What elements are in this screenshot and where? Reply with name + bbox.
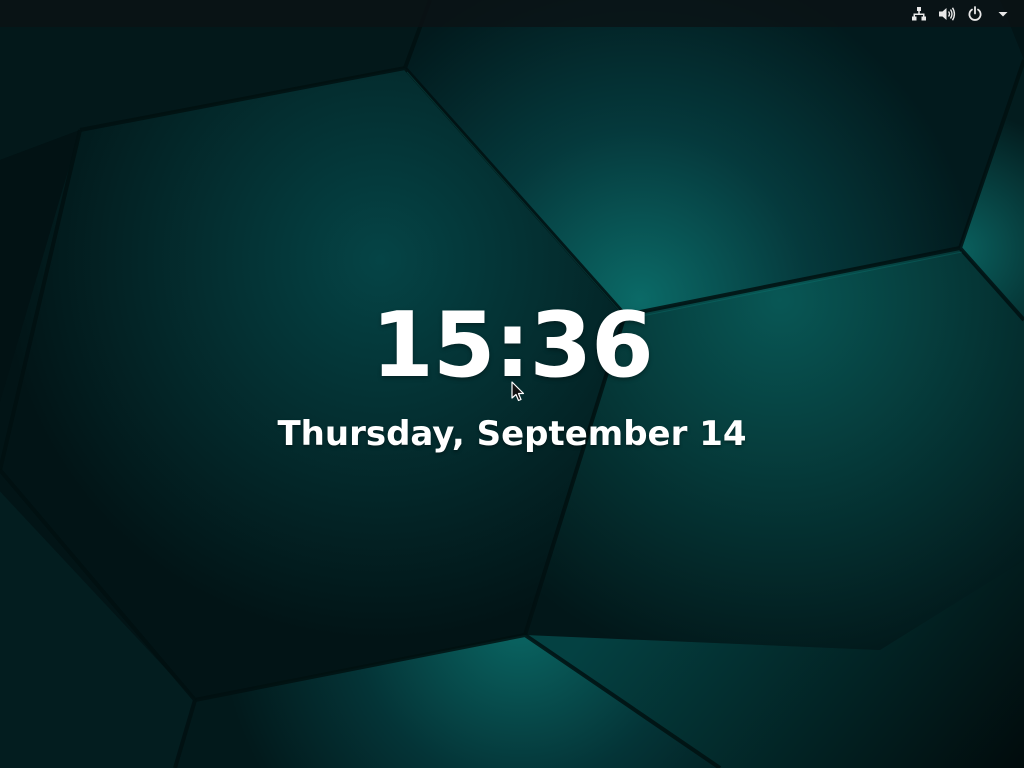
system-tray[interactable] bbox=[902, 0, 1024, 27]
volume-icon[interactable] bbox=[936, 3, 958, 25]
network-icon[interactable] bbox=[908, 3, 930, 25]
mouse-pointer-icon bbox=[511, 381, 525, 402]
lock-clock-date: Thursday, September 14 bbox=[277, 414, 747, 454]
top-bar bbox=[0, 0, 1024, 27]
menu-arrow-icon[interactable] bbox=[992, 3, 1014, 25]
lock-screen[interactable]: 15:36 Thursday, September 14 bbox=[0, 0, 1024, 768]
power-icon[interactable] bbox=[964, 3, 986, 25]
